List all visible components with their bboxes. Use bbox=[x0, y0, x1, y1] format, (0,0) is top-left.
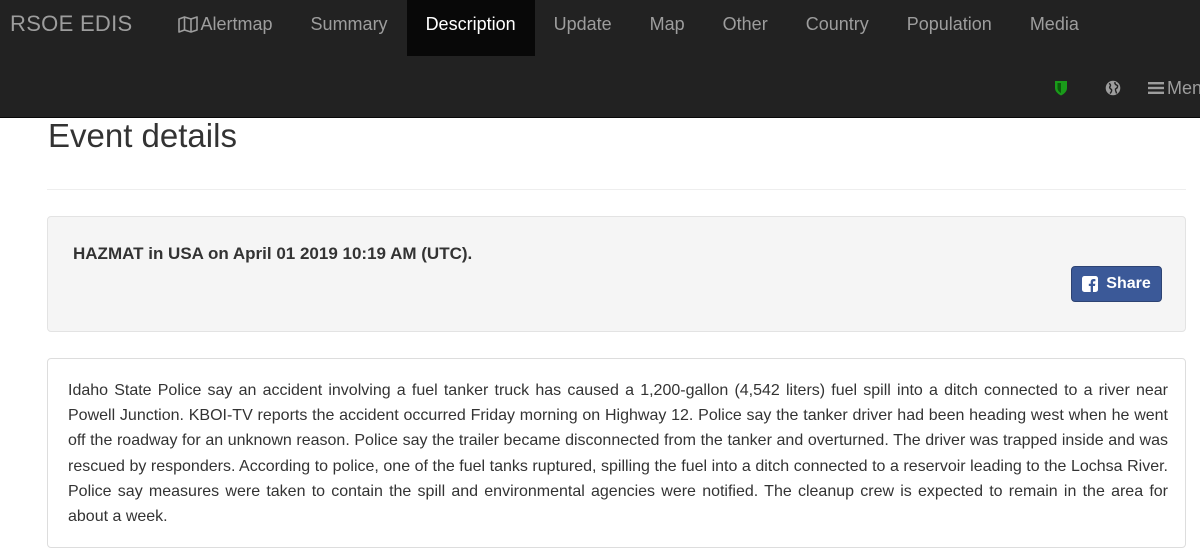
brand-logo[interactable]: RSOE EDIS bbox=[0, 0, 143, 48]
nav-menu: RSOE EDIS Alertmap Summary Description U… bbox=[0, 0, 1098, 56]
nav-item-other[interactable]: Other bbox=[704, 0, 787, 56]
nav-item-summary[interactable]: Summary bbox=[292, 0, 407, 56]
share-label: Share bbox=[1106, 275, 1151, 292]
title-divider bbox=[47, 189, 1186, 190]
map-icon bbox=[177, 16, 198, 33]
nav-item-population[interactable]: Population bbox=[888, 0, 1011, 56]
menu-label: Menu bbox=[1167, 77, 1200, 98]
globe-icon[interactable] bbox=[1105, 80, 1121, 96]
facebook-icon bbox=[1082, 276, 1099, 292]
navbar-right-tools: Menu bbox=[1054, 77, 1200, 99]
event-summary-box: HAZMAT in USA on April 01 2019 10:19 AM … bbox=[47, 216, 1186, 332]
menu-toggle[interactable]: Menu bbox=[1148, 78, 1200, 99]
nav-item-update[interactable]: Update bbox=[535, 0, 631, 56]
event-description: Idaho State Police say an accident invol… bbox=[68, 382, 1168, 526]
shield-icon[interactable] bbox=[1054, 80, 1068, 96]
nav-item-alertmap[interactable]: Alertmap bbox=[166, 0, 292, 56]
page-title: Event details bbox=[48, 117, 237, 154]
facebook-share-button[interactable]: Share bbox=[1071, 266, 1162, 302]
nav-item-label: Alertmap bbox=[200, 14, 273, 34]
hamburger-icon bbox=[1148, 82, 1164, 94]
nav-item-country[interactable]: Country bbox=[787, 0, 888, 56]
nav-item-media[interactable]: Media bbox=[1011, 0, 1098, 56]
event-description-panel: Idaho State Police say an accident invol… bbox=[47, 358, 1186, 548]
top-navbar: RSOE EDIS Alertmap Summary Description U… bbox=[0, 0, 1200, 118]
nav-item-description[interactable]: Description bbox=[406, 0, 535, 56]
event-heading: HAZMAT in USA on April 01 2019 10:19 AM … bbox=[73, 244, 473, 263]
nav-item-map[interactable]: Map bbox=[631, 0, 704, 56]
